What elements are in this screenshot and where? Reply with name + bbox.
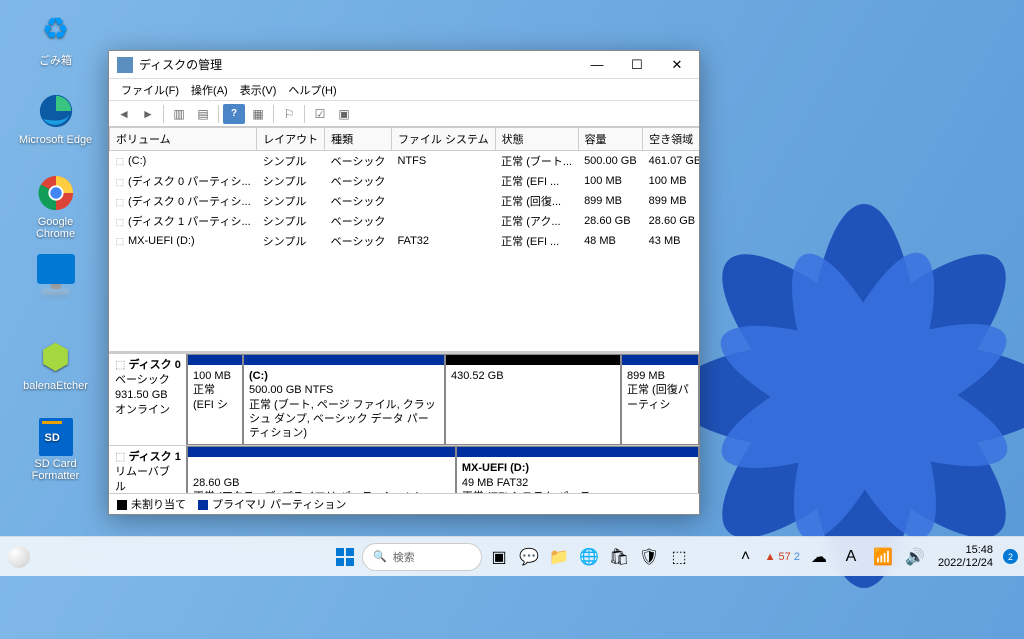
edge-icon	[35, 90, 77, 132]
desktop-icon-balena[interactable]: ⬢balenaEtcher	[18, 336, 93, 392]
disk0-partition-c[interactable]: (C:)500.00 GB NTFS正常 (ブート, ページ ファイル, クラッ…	[243, 354, 445, 445]
task-view-button[interactable]: ▣	[486, 544, 512, 570]
disk-graphical-view[interactable]: ディスク 0 ベーシック 931.50 GB オンライン 100 MB正常 (E…	[109, 354, 699, 494]
column-headers[interactable]: ボリューム レイアウト 種類 ファイル システム 状態 容量 空き領域 空き領域…	[110, 128, 700, 151]
sdcard-icon	[39, 418, 73, 456]
desktop-icon-recycle-bin[interactable]: ♻ごみ箱	[18, 8, 93, 68]
disk-management-window: ディスクの管理 — ☐ ✕ ファイル(F) 操作(A) 表示(V) ヘルプ(H)…	[108, 50, 700, 515]
disk0-unallocated[interactable]: 430.52 GB	[445, 354, 621, 445]
taskbar-app-security[interactable]: 🛡	[636, 544, 662, 570]
system-tray: ˄ ▲ 57 2 ☁ A 📶 🔊 15:482022/12/24 2	[733, 544, 1018, 570]
search-icon: 🔍	[373, 550, 387, 563]
tray-network-icon[interactable]: 📶	[870, 544, 896, 570]
tray-ime-icon[interactable]: A	[838, 544, 864, 570]
disk-row-1[interactable]: ディスク 1 リムーバブル 28.65 GB オンライン 28.60 GB正常 …	[109, 446, 699, 494]
tray-onedrive-icon[interactable]: ☁	[806, 544, 832, 570]
help-icon[interactable]: ?	[223, 104, 245, 124]
notification-badge[interactable]: 2	[1003, 549, 1018, 564]
tray-overflow[interactable]: ˄	[733, 544, 759, 570]
toolbar-btn-1[interactable]: ▥	[168, 104, 190, 124]
disk-1-info: ディスク 1 リムーバブル 28.65 GB オンライン	[109, 446, 187, 494]
toolbar-btn-6[interactable]: ▣	[333, 104, 355, 124]
forward-button[interactable]: ►	[137, 104, 159, 124]
taskbar-app-store[interactable]: 🛍	[606, 544, 632, 570]
menu-view[interactable]: 表示(V)	[234, 80, 283, 100]
menu-action[interactable]: 操作(A)	[185, 80, 234, 100]
menu-help[interactable]: ヘルプ(H)	[282, 80, 342, 100]
tray-volume-icon[interactable]: 🔊	[902, 544, 928, 570]
volume-row[interactable]: MX-UEFI (D:)シンプルベーシックFAT32正常 (EFI ...48 …	[110, 231, 700, 251]
titlebar[interactable]: ディスクの管理 — ☐ ✕	[109, 51, 699, 79]
menubar: ファイル(F) 操作(A) 表示(V) ヘルプ(H)	[109, 79, 699, 101]
cube-icon: ⬢	[35, 336, 77, 378]
weather-icon	[8, 546, 30, 568]
volume-row[interactable]: (ディスク 1 パーティシ...シンプルベーシック正常 (アク...28.60 …	[110, 211, 700, 231]
tray-stock[interactable]: ▲ 57 2	[765, 551, 800, 563]
toolbar-btn-2[interactable]: ▤	[192, 104, 214, 124]
disk1-partition-mxuefi[interactable]: MX-UEFI (D:)49 MB FAT32正常 (EFI システム パーテ	[456, 446, 699, 494]
desktop-icon-edge[interactable]: Microsoft Edge	[18, 90, 93, 146]
disk-0-info: ディスク 0 ベーシック 931.50 GB オンライン	[109, 354, 187, 445]
close-button[interactable]: ✕	[657, 51, 697, 79]
taskbar-app-diskmgmt[interactable]: ⬚	[666, 544, 692, 570]
monitor-icon	[37, 254, 75, 284]
disk0-partition-recovery[interactable]: 899 MB正常 (回復パーティシ	[621, 354, 699, 445]
volume-row[interactable]: (C:)シンプルベーシックNTFS正常 (ブート...500.00 GB461.…	[110, 151, 700, 172]
taskbar-clock[interactable]: 15:482022/12/24	[934, 544, 997, 569]
desktop-icon-chrome[interactable]: Google Chrome	[18, 172, 93, 240]
taskbar[interactable]: 🔍検索 ▣ 💬 📁 🌐 🛍 🛡 ⬚ ˄ ▲ 57 2 ☁ A 📶 🔊 15:48…	[0, 536, 1024, 576]
toolbar-btn-3[interactable]: ▦	[247, 104, 269, 124]
volume-list[interactable]: ボリューム レイアウト 種類 ファイル システム 状態 容量 空き領域 空き領域…	[109, 127, 699, 354]
disk-row-0[interactable]: ディスク 0 ベーシック 931.50 GB オンライン 100 MB正常 (E…	[109, 354, 699, 446]
desktop-icon-unknown[interactable]: xxxxx	[18, 254, 93, 298]
taskbar-weather[interactable]	[8, 546, 30, 568]
recycle-bin-icon: ♻	[35, 8, 77, 50]
taskbar-app-chat[interactable]: 💬	[516, 544, 542, 570]
toolbar: ◄ ► ▥ ▤ ? ▦ ⚐ ☑ ▣	[109, 101, 699, 127]
taskbar-search[interactable]: 🔍検索	[362, 543, 482, 571]
toolbar-btn-4[interactable]: ⚐	[278, 104, 300, 124]
taskbar-app-explorer[interactable]: 📁	[546, 544, 572, 570]
legend: 未割り当て プライマリ パーティション	[109, 494, 699, 514]
disk1-partition-1[interactable]: 28.60 GB正常 (アクティブ, プライマリ パーティション)	[187, 446, 456, 494]
minimize-button[interactable]: —	[577, 51, 617, 79]
window-title: ディスクの管理	[139, 56, 577, 73]
disk0-partition-efi[interactable]: 100 MB正常 (EFI シ	[187, 354, 243, 445]
volume-row[interactable]: (ディスク 0 パーティシ...シンプルベーシック正常 (EFI ...100 …	[110, 171, 700, 191]
chrome-icon	[35, 172, 77, 214]
taskbar-app-edge[interactable]: 🌐	[576, 544, 602, 570]
menu-file[interactable]: ファイル(F)	[115, 80, 185, 100]
back-button[interactable]: ◄	[113, 104, 135, 124]
desktop-icon-sdformatter[interactable]: SD Card Formatter	[18, 418, 93, 482]
maximize-button[interactable]: ☐	[617, 51, 657, 79]
app-icon	[117, 57, 133, 73]
toolbar-btn-5[interactable]: ☑	[309, 104, 331, 124]
start-button[interactable]	[332, 544, 358, 570]
volume-row[interactable]: (ディスク 0 パーティシ...シンプルベーシック正常 (回復...899 MB…	[110, 191, 700, 211]
